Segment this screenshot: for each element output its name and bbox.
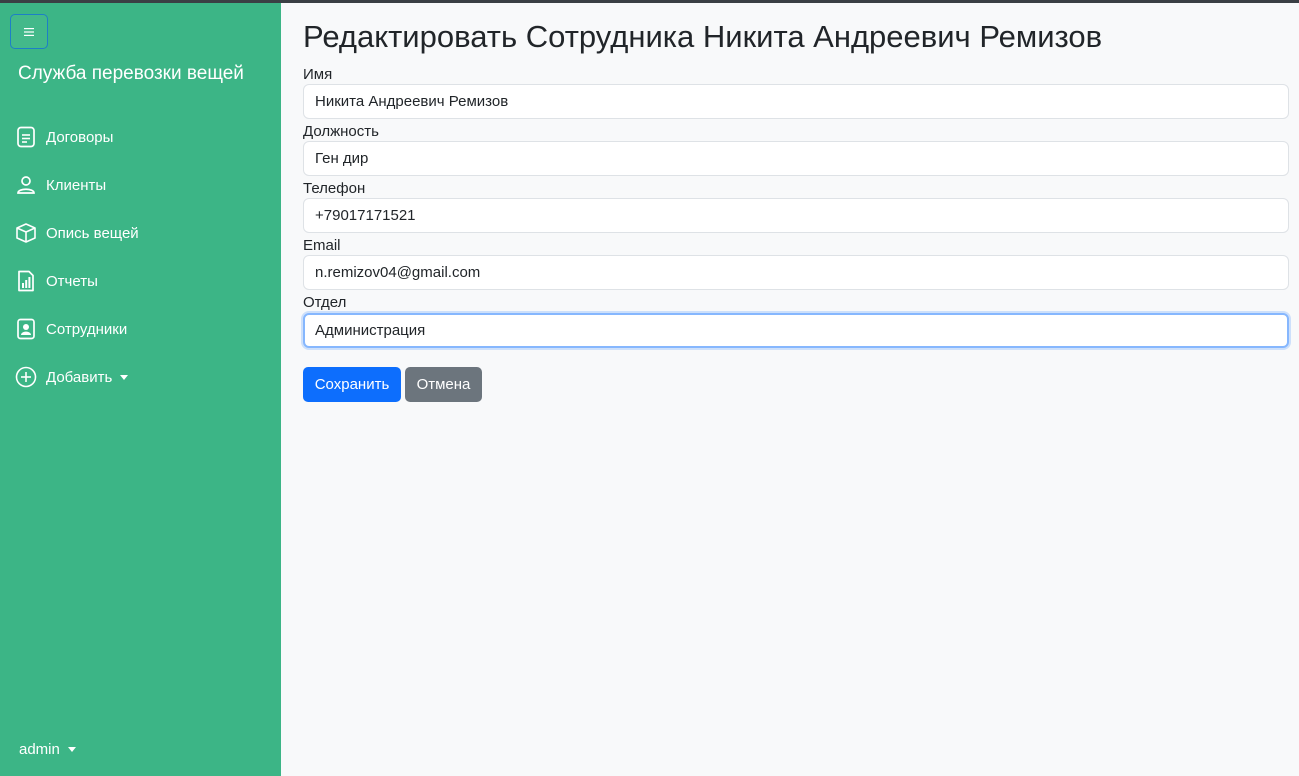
- position-label: Должность: [303, 123, 379, 140]
- save-button[interactable]: Сохранить: [303, 367, 401, 402]
- phone-label: Телефон: [303, 180, 366, 197]
- plus-circle-icon: [14, 365, 38, 389]
- box-icon: [14, 221, 38, 245]
- department-input[interactable]: [303, 313, 1289, 348]
- sidebar-item-contracts[interactable]: Договоры: [14, 113, 274, 161]
- sidebar-item-inventory[interactable]: Опись вещей: [14, 209, 274, 257]
- sidebar-item-reports[interactable]: Отчеты: [14, 257, 274, 305]
- page-title: Редактировать Сотрудника Никита Андрееви…: [303, 19, 1103, 54]
- caret-down-icon: [67, 747, 76, 752]
- position-input[interactable]: [303, 141, 1289, 176]
- sidebar: Служба перевозки вещей Договоры Клиенты …: [0, 3, 281, 776]
- sidebar-item-clients[interactable]: Клиенты: [14, 161, 274, 209]
- sidebar-item-label: Договоры: [46, 128, 114, 146]
- caret-down-icon: [120, 374, 129, 380]
- email-label: Email: [303, 237, 341, 254]
- user-menu[interactable]: admin: [19, 741, 76, 758]
- sidebar-item-label: Сотрудники: [46, 320, 128, 338]
- phone-input[interactable]: [303, 198, 1289, 233]
- sidebar-item-label: Добавить: [46, 368, 113, 386]
- main-content: Редактировать Сотрудника Никита Андрееви…: [281, 3, 1299, 776]
- sidebar-nav: Договоры Клиенты Опись вещей Отчеты Сотр…: [14, 113, 274, 401]
- name-label: Имя: [303, 66, 333, 83]
- hamburger-icon: [24, 27, 34, 36]
- brand-title: Служба перевозки вещей: [18, 63, 244, 84]
- sidebar-item-employees[interactable]: Сотрудники: [14, 305, 274, 353]
- user-name: admin: [19, 741, 60, 758]
- sidebar-toggle-button[interactable]: [10, 14, 48, 49]
- person-badge-icon: [14, 317, 38, 341]
- sidebar-item-label: Отчеты: [46, 272, 98, 290]
- sidebar-item-label: Опись вещей: [46, 224, 139, 242]
- name-input[interactable]: [303, 84, 1289, 119]
- sidebar-item-label: Клиенты: [46, 176, 107, 194]
- report-icon: [14, 269, 38, 293]
- email-input[interactable]: [303, 255, 1289, 290]
- cancel-button[interactable]: Отмена: [405, 367, 482, 402]
- file-text-icon: [14, 125, 38, 149]
- sidebar-item-add[interactable]: Добавить: [14, 353, 274, 401]
- department-label: Отдел: [303, 294, 347, 311]
- person-icon: [14, 173, 38, 197]
